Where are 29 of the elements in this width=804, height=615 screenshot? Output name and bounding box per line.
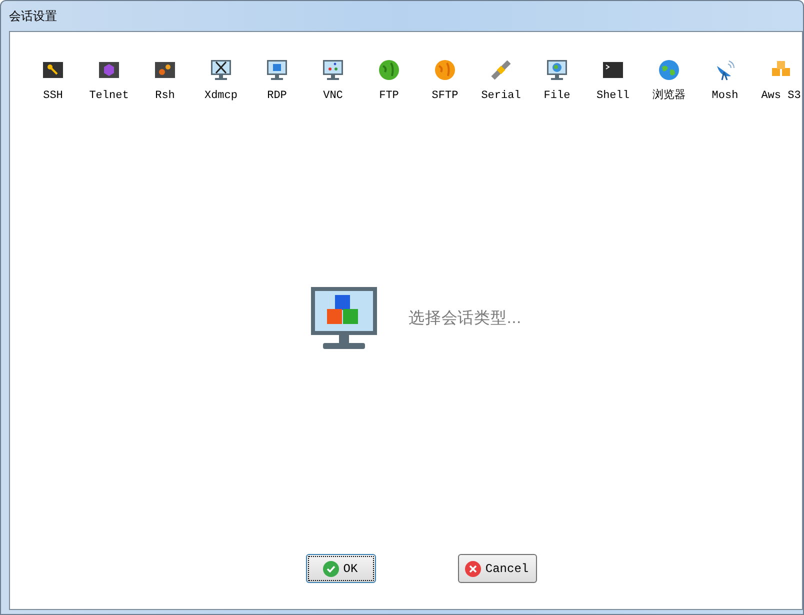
session-type-button[interactable]: SSH: [25, 58, 81, 104]
globe-icon: [377, 58, 401, 82]
session-type-button[interactable]: RDP: [249, 58, 305, 104]
session-type-button[interactable]: Telnet: [81, 58, 137, 104]
session-type-button[interactable]: SFTP: [417, 58, 473, 104]
monitor-icon: [209, 58, 233, 82]
check-icon: [323, 560, 340, 576]
session-type-button[interactable]: FTP: [361, 58, 417, 104]
globe-icon: [657, 58, 681, 82]
monitor-cubes-icon: [310, 287, 377, 352]
close-icon: [465, 560, 482, 576]
session-type-button[interactable]: Rsh: [137, 58, 193, 104]
monitor-icon: [321, 58, 345, 82]
prompt-text: 选择会话类型...: [408, 308, 522, 330]
session-type-button[interactable]: VNC: [305, 58, 361, 104]
monitor-icon: [265, 58, 289, 82]
session-type-button[interactable]: Xdmcp: [193, 58, 249, 104]
globe-icon: [433, 58, 457, 82]
dialog-button[interactable]: OK: [306, 554, 376, 583]
session-type-button[interactable]: 浏览器: [641, 58, 697, 104]
dialog-button[interactable]: Cancel: [458, 554, 536, 583]
session-type-button[interactable]: Aws S3: [753, 58, 803, 104]
window-title: 会话设置: [9, 8, 57, 25]
monitor-icon: [545, 58, 569, 82]
plug-icon: [489, 58, 513, 82]
session-type-button[interactable]: Shell: [585, 58, 641, 104]
session-type-button[interactable]: Serial: [473, 58, 529, 104]
session-type-button[interactable]: Mosh: [697, 58, 753, 104]
session-type-button[interactable]: File: [529, 58, 585, 104]
